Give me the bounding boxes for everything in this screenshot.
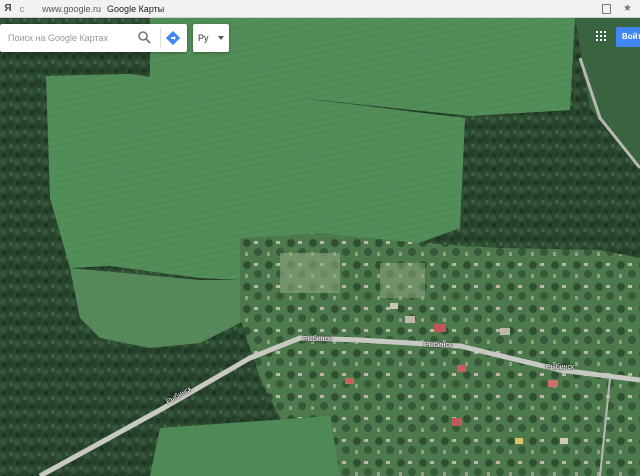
url-text[interactable]: www.google.ru (42, 4, 101, 14)
roof (452, 418, 462, 426)
language-value: Ру (198, 33, 209, 43)
roof (515, 438, 523, 444)
yandex-logo[interactable]: Я (0, 3, 16, 14)
roof (390, 303, 398, 309)
directions-icon[interactable] (166, 31, 180, 45)
page-title: Google Карты (107, 3, 165, 14)
search-icon[interactable] (137, 30, 151, 44)
search-divider (160, 28, 161, 48)
road-label: Рыбинск (424, 342, 453, 349)
satellite-map[interactable] (0, 18, 640, 476)
screen: Я c www.google.ru Google Карты ★ Поиск н… (0, 0, 640, 476)
roof (345, 378, 354, 384)
roof (548, 380, 558, 387)
reload-icon[interactable]: c (16, 4, 28, 14)
roof (457, 365, 466, 372)
road-label: Рыбинск (303, 336, 332, 343)
roof (560, 438, 568, 444)
roof (434, 324, 446, 332)
clearing (380, 263, 425, 298)
browser-address-bar: Я c www.google.ru Google Карты ★ (0, 0, 640, 18)
search-input[interactable] (8, 33, 128, 43)
apps-icon[interactable] (596, 31, 606, 41)
star-icon[interactable]: ★ (623, 3, 632, 14)
roof (405, 316, 415, 323)
clearing (280, 253, 340, 293)
road-label: Рыбинск (546, 364, 575, 371)
search-box[interactable] (0, 24, 187, 52)
signin-button[interactable]: Войти (616, 27, 640, 47)
language-select[interactable]: Ру (193, 24, 229, 52)
tab-icon[interactable] (602, 3, 612, 14)
roof (500, 328, 510, 335)
chevron-down-icon (218, 36, 224, 40)
